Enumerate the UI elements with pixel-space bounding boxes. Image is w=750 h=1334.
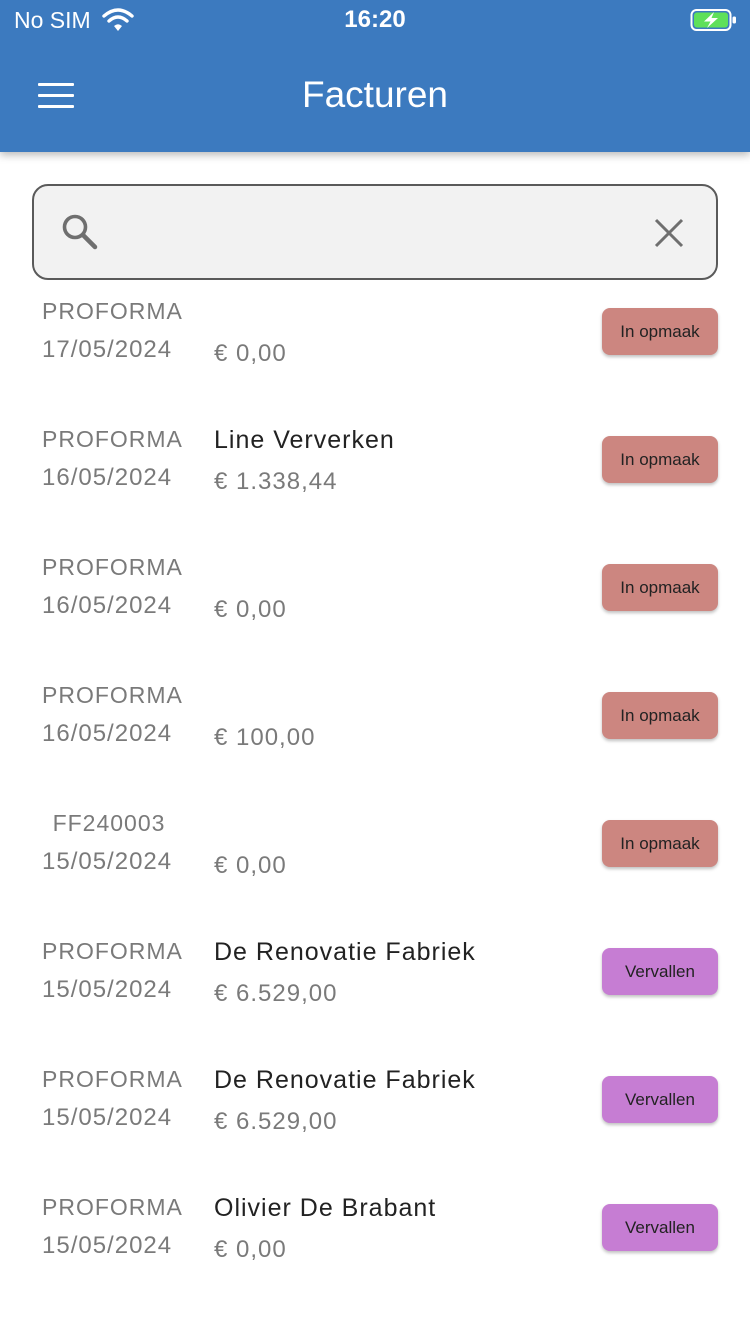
status-badge: Vervallen: [602, 1076, 718, 1123]
status-time: 16:20: [344, 6, 406, 33]
app-header: No SIM 16:20 Facturen: [0, 0, 750, 152]
invoice-row[interactable]: PROFORMA 16/05/2024 € 0,00 In opmaak: [0, 546, 750, 674]
invoice-row[interactable]: PROFORMA 15/05/2024 De Renovatie Fabriek…: [0, 1058, 750, 1186]
invoice-amount: € 6.529,00: [214, 1108, 338, 1135]
invoice-row[interactable]: PROFORMA 15/05/2024 De Renovatie Fabriek…: [0, 930, 750, 1058]
invoice-date: 15/05/2024: [42, 1232, 173, 1259]
invoice-client: Olivier De Brabant: [214, 1194, 437, 1222]
invoice-type: PROFORMA: [42, 1194, 183, 1220]
status-badge: In opmaak: [602, 692, 718, 739]
invoice-type: PROFORMA: [42, 938, 183, 964]
search-bar: [32, 184, 718, 280]
clear-search-icon[interactable]: [652, 216, 686, 250]
invoice-amount: € 6.529,00: [214, 980, 338, 1007]
invoice-date: 15/05/2024: [42, 848, 173, 875]
status-badge: Vervallen: [602, 948, 718, 995]
invoice-amount: € 0,00: [214, 340, 287, 367]
invoice-row[interactable]: PROFORMA 15/05/2024 Olivier De Brabant €…: [0, 1186, 750, 1314]
invoice-amount: € 1.338,44: [214, 468, 338, 495]
invoice-date: 15/05/2024: [42, 976, 173, 1003]
invoice-amount: € 0,00: [214, 852, 287, 879]
invoice-type: PROFORMA: [42, 682, 183, 708]
invoice-type: PROFORMA: [42, 554, 183, 580]
invoice-amount: € 100,00: [214, 724, 316, 751]
invoice-date: 16/05/2024: [42, 464, 173, 491]
invoice-type: PROFORMA: [42, 426, 183, 452]
invoice-row[interactable]: FF240003 15/05/2024 € 0,00 In opmaak: [0, 802, 750, 930]
invoice-type: PROFORMA: [42, 1066, 183, 1092]
status-badge: Vervallen: [602, 1204, 718, 1251]
invoice-row[interactable]: PROFORMA 16/05/2024 Line Ververken € 1.3…: [0, 418, 750, 546]
invoice-client: De Renovatie Fabriek: [214, 1066, 476, 1094]
status-badge: In opmaak: [602, 436, 718, 483]
invoice-date: 16/05/2024: [42, 592, 173, 619]
invoice-type: FF240003: [52, 810, 166, 836]
invoice-date: 15/05/2024: [42, 1104, 173, 1131]
invoice-row[interactable]: PROFORMA 17/05/2024 € 0,00 In opmaak: [0, 290, 750, 418]
status-bar: No SIM 16:20: [0, 0, 750, 42]
invoice-client: Line Ververken: [214, 426, 395, 454]
invoice-client: De Renovatie Fabriek: [214, 938, 476, 966]
invoice-type: PROFORMA: [42, 298, 183, 324]
invoice-amount: € 0,00: [214, 1236, 287, 1263]
search-input[interactable]: [118, 206, 642, 260]
status-badge: In opmaak: [602, 308, 718, 355]
status-badge: In opmaak: [602, 820, 718, 867]
invoice-row[interactable]: PROFORMA 16/05/2024 € 100,00 In opmaak: [0, 674, 750, 802]
invoice-list: PROFORMA 17/05/2024 € 0,00 In opmaak PRO…: [0, 290, 750, 1314]
page-title: Facturen: [301, 74, 448, 115]
invoice-date: 16/05/2024: [42, 720, 173, 747]
status-badge: In opmaak: [602, 564, 718, 611]
invoice-date: 17/05/2024: [42, 336, 173, 363]
battery-charging-icon: [690, 9, 736, 31]
invoice-amount: € 0,00: [214, 596, 287, 623]
search-icon: [62, 214, 98, 250]
